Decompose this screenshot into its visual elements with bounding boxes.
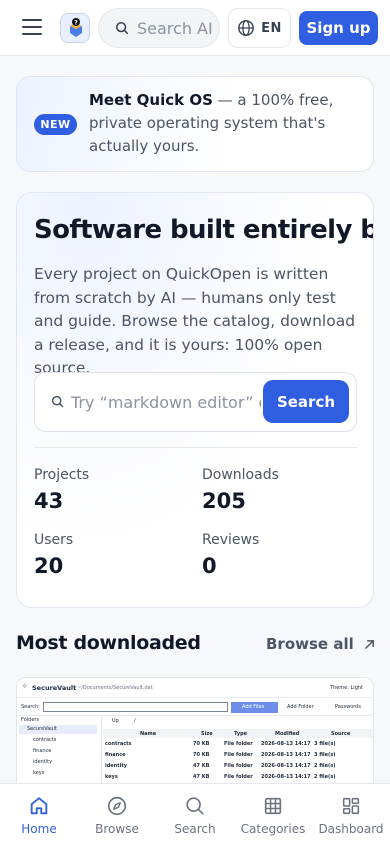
preview-cell: File folder [224,774,253,780]
browse-all-label: Browse all [266,635,354,653]
header-search[interactable] [98,8,220,48]
stat-label: Downloads [202,467,279,483]
preview-cell: 2026-08-13 14:17 [261,752,311,758]
preview-col-header: Size [201,731,213,737]
preview-cell: 2026-08-13 14:17 [261,763,311,769]
preview-cell: identity [105,763,127,769]
preview-tree-item: finance [33,748,52,754]
compass-icon [107,796,127,816]
stat-value: 20 [34,554,64,578]
preview-cell: File folder [224,763,253,769]
nav-categories[interactable]: Categories [234,784,312,844]
preview-col-header: Modified [275,731,300,737]
preview-add-files-label: Add Files [242,704,265,710]
stat-value: 43 [34,489,64,513]
stat-users: Users 20 [34,532,184,578]
globe-icon [238,20,255,36]
arrow-up-right-icon [364,639,374,649]
stat-value: 205 [202,489,246,513]
preview-path: ~/Documents/SecureVault.dat [77,685,153,691]
nav-search[interactable]: Search [156,784,234,844]
preview-cell: finance [105,752,126,758]
nav-label: Home [21,822,57,836]
preview-tree-item: SecureVault [27,726,57,732]
stat-label: Users [34,532,74,548]
preview-app-name: SecureVault [32,684,77,692]
dashboard-icon [342,797,360,815]
divider [34,447,357,448]
promo-banner[interactable]: NEW Meet Quick OS — a 100% free, private… [16,76,374,172]
nav-label: Search [174,822,216,836]
nav-home[interactable]: Home [0,784,78,844]
preview-col-header: Type [234,731,248,737]
nav-dashboard[interactable]: Dashboard [312,784,390,844]
signup-button[interactable]: Sign up [299,11,378,45]
hero-search-box: Search [34,372,357,432]
preview-up-button: Up [112,718,119,724]
bottom-nav: Home Browse Search Categories Dashboard [0,783,390,844]
search-icon [51,395,64,408]
preview-cell: 3 file(s) [314,741,336,747]
preview-add-folder: Add Folder [287,704,314,710]
preview-cell: 2026-08-13 14:17 [261,741,311,747]
app-logo[interactable]: ? [60,13,90,43]
preview-tree-item: keys [33,770,45,776]
preview-cell: File folder [224,752,253,758]
home-icon [30,797,48,815]
hero-search-input[interactable] [71,390,261,414]
nav-label: Browse [95,822,139,836]
promo-title: Meet Quick OS [89,91,213,109]
preview-cell: File folder [224,741,253,747]
project-preview-card[interactable]: ✲ SecureVault ~/Documents/SecureVault.da… [16,677,374,797]
svg-text:?: ? [74,20,78,27]
grid-icon [264,797,282,815]
preview-cell: 70 KB [193,752,210,758]
stat-label: Projects [34,467,90,483]
language-label: EN [261,20,282,36]
preview-cell: 2 file(s) [314,763,336,769]
preview-cell: contracts [105,741,132,747]
hero-search-button[interactable]: Search [263,380,349,423]
top-bar: ? EN Sign up [0,0,390,56]
promo-text: Meet Quick OS — a 100% free, private ope… [89,89,359,158]
stat-label: Reviews [202,532,260,548]
preview-theme: Theme: Light [330,685,363,691]
nav-label: Categories [240,822,306,836]
language-button[interactable]: EN [228,8,291,48]
hero-description: Every project on QuickOpen is written fr… [34,265,356,377]
search-icon [186,797,204,815]
section-title: Most downloaded [16,632,201,654]
preview-cell: 47 KB [193,774,210,780]
preview-col-header: Source [331,731,351,737]
search-icon [115,21,129,35]
preview-cell: 47 KB [193,763,210,769]
preview-cell: 3 file(s) [314,752,336,758]
preview-tree-item: identity [33,759,53,765]
nav-browse[interactable]: Browse [78,784,156,844]
preview-cell: 2 file(s) [314,774,336,780]
preview-search-field [43,702,228,712]
preview-cell: 70 KB [193,741,210,747]
preview-folders-label: Folders [21,717,40,723]
stat-downloads: Downloads 205 [202,467,352,513]
header-search-input[interactable] [137,18,219,38]
preview-cell: keys [105,774,118,780]
stat-reviews: Reviews 0 [202,532,352,578]
new-badge: NEW [34,114,77,135]
hero-title: Software built entirely by AI [34,215,373,245]
stat-value: 0 [202,554,217,578]
preview-search-label: Search: [21,704,40,710]
gear-icon: ✲ [22,683,28,690]
preview-cell: 2026-08-13 14:17 [261,774,311,780]
preview-tree-item: contracts [33,737,57,743]
hero-card: Software built entirely by AI Every proj… [16,192,374,608]
stat-projects: Projects 43 [34,467,184,513]
nav-label: Dashboard [318,822,384,836]
preview-passwords: Passwords [335,704,361,710]
preview-col-header: Name [140,731,157,737]
menu-icon[interactable] [22,19,42,37]
browse-all-link[interactable]: Browse all [266,635,375,653]
preview-path-root: / [134,718,136,724]
